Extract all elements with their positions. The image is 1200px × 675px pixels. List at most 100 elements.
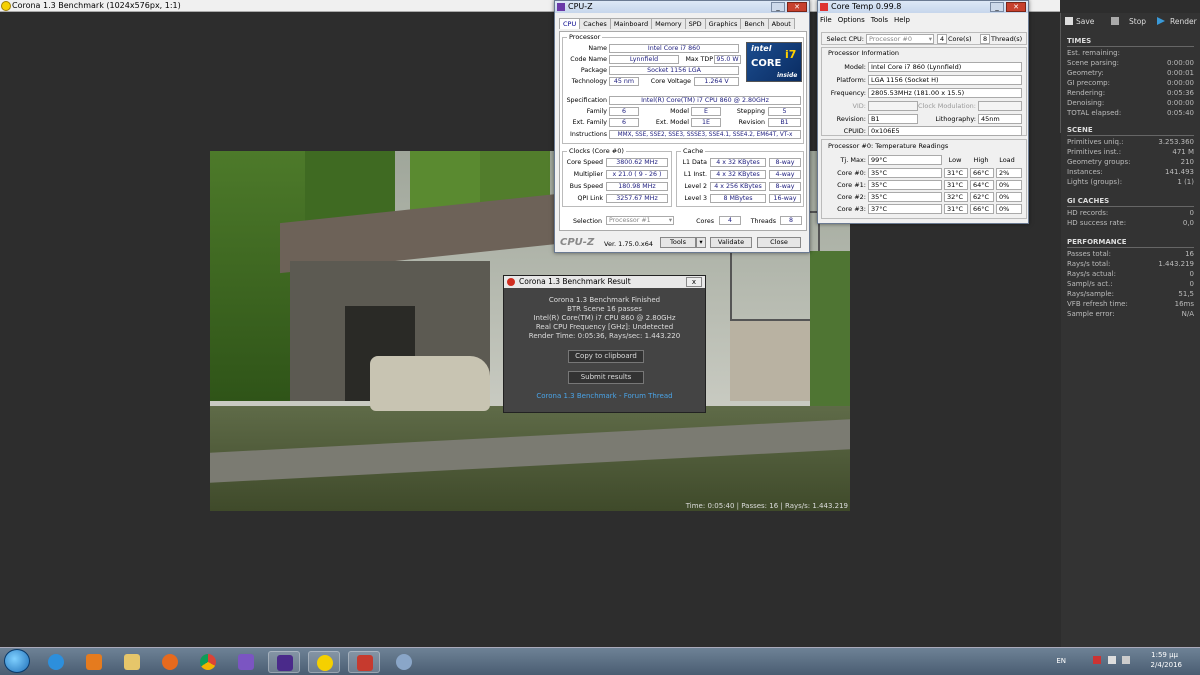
select-cpu-dropdown[interactable]: Processor #0 ▾	[866, 34, 934, 44]
core-label: Core #0:	[837, 169, 866, 177]
stat-row: Rays/s actual: 0	[1067, 269, 1194, 279]
tab-graphics[interactable]: Graphics	[704, 18, 742, 29]
cpu-name-value: Intel Core i7 860	[609, 44, 739, 53]
stat-value: 0:00:01	[1167, 69, 1194, 77]
dialog-close-button[interactable]: x	[686, 277, 702, 287]
network-icon[interactable]	[1108, 656, 1116, 664]
minimize-button[interactable]: _	[990, 2, 1004, 12]
processor-information-group: Processor Information Model: Intel Core …	[821, 47, 1027, 136]
copy-to-clipboard-button[interactable]: Copy to clipboard	[568, 350, 644, 363]
stop-button[interactable]: Stop	[1129, 15, 1146, 29]
processor-select[interactable]: Processor #1 ▾	[606, 216, 674, 225]
cpuz-cpu-tab-panel: Processor Name Intel Core i7 860 Code Na…	[559, 31, 807, 231]
platform-label: Platform:	[836, 76, 866, 84]
taskbar-firefox[interactable]	[154, 651, 186, 673]
cores-value: 4	[719, 216, 741, 225]
processor-information-label: Processor Information	[828, 49, 899, 57]
cpuz-tabs: CPU Caches Mainboard Memory SPD Graphics Bench…	[559, 18, 795, 30]
menu-help[interactable]: Help	[894, 16, 910, 24]
menu-options[interactable]: Options	[838, 16, 865, 24]
stat-row: Rays/sample: 51,5	[1067, 289, 1194, 299]
flag-icon[interactable]	[1093, 656, 1101, 664]
multiplier-value: x 21.0 ( 9 - 26 )	[606, 170, 668, 179]
menu-tools[interactable]: Tools	[871, 16, 888, 24]
taskbar-coretemp[interactable]	[348, 651, 380, 673]
tab-spd[interactable]: SPD	[684, 18, 706, 29]
clock-date[interactable]: 2/4/2016	[1151, 661, 1182, 669]
tools-button[interactable]: Tools	[660, 237, 696, 248]
stat-value: 51,5	[1178, 290, 1194, 298]
tab-about[interactable]: About	[767, 18, 795, 29]
tab-memory[interactable]: Memory	[651, 18, 686, 29]
submit-results-button[interactable]: Submit results	[568, 371, 644, 384]
stat-value: 0:05:36	[1167, 89, 1194, 97]
minimize-button[interactable]: _	[771, 2, 785, 12]
stat-row: Lights (groups): 1 (1)	[1067, 177, 1194, 187]
clock-time[interactable]: 1:59 μμ	[1151, 651, 1178, 659]
tools-dropdown-arrow[interactable]: ▾	[696, 237, 706, 248]
stat-label: HD records:	[1067, 209, 1109, 217]
coretemp-title: Core Temp 0.99.8	[831, 2, 902, 11]
core-load-value: 0%	[996, 180, 1022, 190]
taskbar-visual-studio[interactable]	[230, 651, 262, 673]
taskbar-explorer[interactable]	[116, 651, 148, 673]
dialog-titlebar: Corona 1.3 Benchmark Result x	[504, 276, 705, 288]
core-low-value: 32°C	[944, 192, 968, 202]
close-window-button[interactable]: ✕	[787, 2, 807, 12]
tab-caches[interactable]: Caches	[579, 18, 611, 29]
core-speed-value: 3800.62 MHz	[606, 158, 668, 167]
tab-bench[interactable]: Bench	[740, 18, 769, 29]
save-button[interactable]: Save	[1076, 15, 1094, 29]
load-column-header: Load	[999, 156, 1015, 164]
taskbar-app[interactable]	[388, 651, 420, 673]
l1-data-assoc: 8-way	[769, 158, 801, 167]
render-button[interactable]: Render	[1170, 15, 1197, 29]
taskbar-ie[interactable]	[40, 651, 72, 673]
vid-label: VID:	[852, 102, 866, 110]
core-temp-value: 35°C	[868, 180, 942, 190]
platform-value: LGA 1156 (Socket H)	[868, 75, 1022, 85]
stat-value: 16	[1185, 250, 1194, 258]
cpuz-title: CPU-Z	[568, 2, 593, 11]
forum-thread-link[interactable]: Corona 1.3 Benchmark - Forum Thread	[504, 392, 705, 400]
processor-group-label: Processor	[567, 33, 603, 41]
close-window-button[interactable]: ✕	[1006, 2, 1026, 12]
model-value: E	[691, 107, 721, 116]
stat-label: Rays/s total:	[1067, 260, 1111, 268]
tab-cpu[interactable]: CPU	[559, 18, 581, 29]
stepping-value: 5	[768, 107, 801, 116]
taskbar-media-player[interactable]	[78, 651, 110, 673]
core-low-value: 31°C	[944, 168, 968, 178]
stat-value: 471 M	[1172, 148, 1194, 156]
processor-group: Processor Name Intel Core i7 860 Code Na…	[562, 33, 804, 144]
stat-row: Primitives inst.: 471 M	[1067, 147, 1194, 157]
firefox-icon	[162, 654, 178, 670]
ext-model-label: Ext. Model	[655, 119, 689, 126]
taskbar-corona[interactable]	[308, 651, 340, 673]
close-button[interactable]: Close	[757, 237, 801, 248]
taskbar-cpuz[interactable]	[268, 651, 300, 673]
tab-mainboard[interactable]: Mainboard	[609, 18, 653, 29]
app-icon	[396, 654, 412, 670]
menu-file[interactable]: File	[820, 16, 832, 24]
model-value: Intel Core i7 860 (Lynnfield)	[868, 62, 1022, 72]
cpuz-app-icon	[557, 3, 565, 11]
result-line: Real CPU Frequency [GHz]: Undetected	[535, 323, 674, 331]
save-icon	[1065, 17, 1073, 25]
cpuz-icon	[277, 655, 293, 671]
performance-header: PERFORMANCE	[1067, 238, 1127, 246]
volume-icon[interactable]	[1122, 656, 1130, 664]
scene-header: SCENE	[1067, 126, 1093, 134]
taskbar-chrome[interactable]	[192, 651, 224, 673]
coretemp-menubar: File Options Tools Help	[820, 16, 916, 24]
tj-max-value: 99°C	[868, 155, 942, 165]
validate-button[interactable]: Validate	[710, 237, 752, 248]
start-button[interactable]	[4, 649, 30, 673]
language-indicator[interactable]: EN	[1056, 657, 1066, 665]
result-line: Render Time: 0:05:36, Rays/sec: 1.443.22…	[528, 332, 681, 340]
result-line: Intel(R) Core(TM) i7 CPU 860 @ 2.80GHz	[533, 314, 676, 322]
taskbar: EN 1:59 μμ 2/4/2016	[0, 647, 1200, 675]
technology-label: Technology	[571, 78, 607, 85]
specification-value: Intel(R) Core(TM) i7 CPU 860 @ 2.80GHz	[609, 96, 801, 105]
clocks-group: Clocks (Core #0) Core Speed 3800.62 MHz …	[562, 147, 672, 207]
